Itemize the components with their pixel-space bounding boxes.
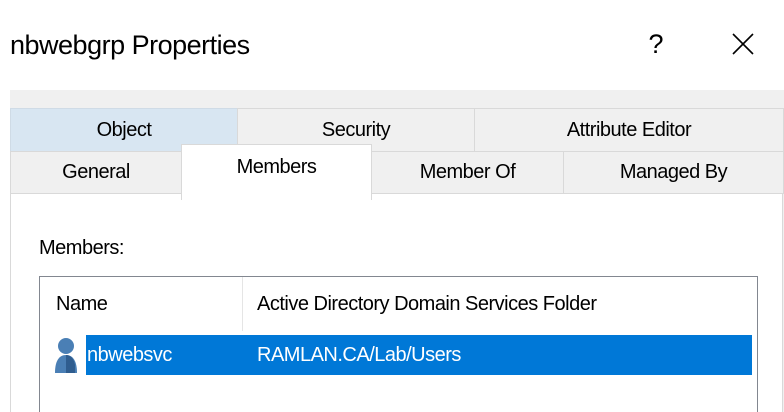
tab-member-of[interactable]: Member Of (371, 151, 564, 194)
column-header-name[interactable]: Name (56, 277, 108, 332)
tab-general[interactable]: General (10, 151, 182, 194)
member-folder-cell: RAMLAN.CA/Lab/Users (257, 344, 461, 366)
tab-attribute-editor[interactable]: Attribute Editor (474, 108, 784, 152)
title-bar[interactable]: nbwebgrp Properties ? (0, 0, 784, 92)
help-button[interactable]: ? (636, 24, 676, 64)
members-list[interactable]: Name Active Directory Domain Services Fo… (39, 276, 758, 412)
window-title: nbwebgrp Properties (10, 30, 250, 60)
user-icon (55, 338, 77, 373)
members-tab-content: Members: Name Active Directory Domain Se… (10, 193, 783, 412)
properties-dialog: nbwebgrp Properties ? Object Security At… (0, 0, 784, 412)
column-header-folder[interactable]: Active Directory Domain Services Folder (257, 277, 597, 332)
column-separator[interactable] (242, 277, 243, 331)
tab-members[interactable]: Members (181, 144, 372, 200)
table-row[interactable]: nbwebsvc RAMLAN.CA/Lab/Users (86, 335, 752, 375)
tab-managed-by[interactable]: Managed By (563, 151, 784, 194)
close-button[interactable] (716, 22, 770, 66)
members-label: Members: (39, 237, 124, 259)
member-name-cell: nbwebsvc (87, 344, 172, 366)
close-icon (732, 33, 754, 55)
